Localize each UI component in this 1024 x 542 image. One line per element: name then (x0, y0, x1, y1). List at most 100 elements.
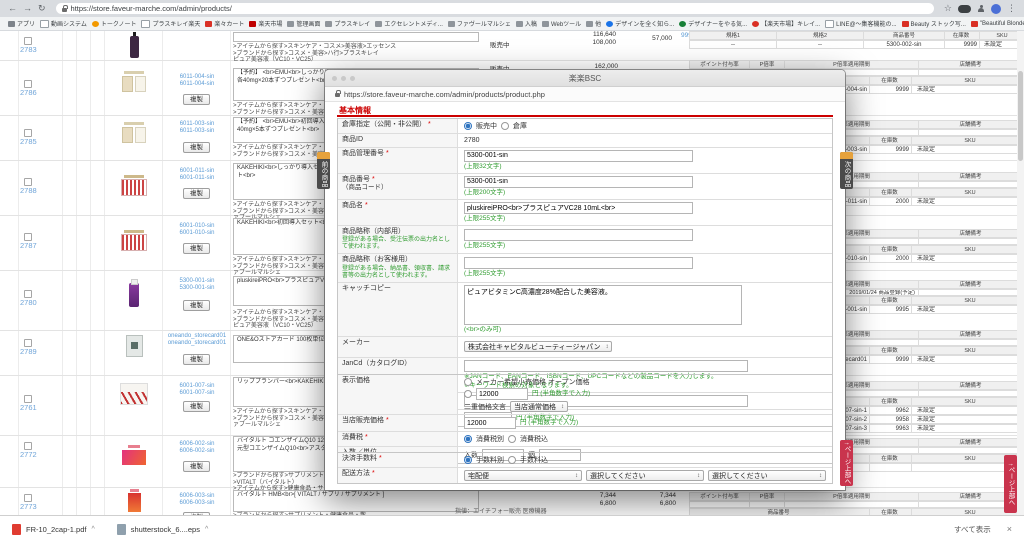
shipping-method-select[interactable]: 宅配便↕ (464, 470, 582, 481)
show-all-downloads-button[interactable]: すべて表示 (954, 524, 991, 535)
bookmark-item[interactable]: 入稿 (516, 19, 537, 28)
menu-kebab-icon[interactable]: ⋮ (1007, 4, 1016, 13)
bookmark-item[interactable]: アプリ (8, 19, 35, 28)
prev-product-button[interactable]: 前の商品 (317, 152, 330, 189)
product-code-links[interactable]: 6001-007-sin6001-007-sin (163, 383, 231, 397)
bookmark-item[interactable]: 管理画面 (287, 19, 320, 28)
row-checkbox[interactable] (24, 80, 32, 88)
address-bar[interactable]: https://store.faveur-marche.com/admin/pr… (56, 3, 934, 14)
bookmark-item[interactable]: 【楽天市場】キレイ... (752, 19, 820, 28)
product-code-links[interactable]: oneando_storecard01oneando_storecard01 (163, 333, 231, 347)
product-code-links[interactable]: 6001-010-sin6001-010-sin (163, 223, 231, 237)
bookmark-item[interactable]: Beauty ストック写... (902, 19, 966, 28)
row-checkbox[interactable] (24, 178, 32, 186)
product-id-link[interactable]: 2788 (20, 186, 37, 195)
duplicate-button[interactable]: 複製 (183, 401, 210, 412)
download-item[interactable]: shutterstock_6....eps ^ (117, 524, 209, 535)
row-checkbox[interactable] (24, 290, 32, 298)
close-icon[interactable]: × (1007, 524, 1012, 534)
product-code-links[interactable]: 6011-003-sin6011-003-sin (163, 121, 231, 135)
back-icon[interactable]: ← (8, 4, 17, 13)
store-price-input[interactable] (464, 417, 516, 429)
row-checkbox[interactable] (24, 442, 32, 450)
dual-price-select[interactable]: 当店通常価格↕ (510, 401, 568, 412)
radio-fee-included[interactable] (508, 456, 516, 464)
bookmark-item[interactable]: プラスキレイ (325, 19, 370, 28)
row-checkbox[interactable] (24, 37, 32, 45)
shipping-option-select[interactable]: 選択してください↕ (708, 470, 826, 481)
product-name-input[interactable] (464, 202, 693, 214)
window-controls[interactable] (332, 76, 355, 81)
bookmark-item[interactable]: デザイナーをやる気... (679, 19, 747, 28)
bookmark-item[interactable]: 動画システム (40, 19, 87, 28)
product-id-link[interactable]: 2780 (20, 298, 37, 307)
window-titlebar[interactable]: 楽楽BSC (325, 70, 845, 87)
bookmark-star-icon[interactable]: ☆ (944, 4, 952, 13)
abbr-customer-input[interactable] (464, 257, 693, 269)
download-item[interactable]: FR-10_2cap-1.pdf ^ (12, 524, 95, 535)
product-id-link[interactable]: 2786 (20, 88, 37, 97)
radio-fee-excluded[interactable] (464, 456, 472, 464)
bookmark-item[interactable]: LINE@〜集客機能の... (825, 19, 896, 28)
item-no-input[interactable] (464, 176, 693, 188)
bookmark-item[interactable]: "Beautiful Blonde... (971, 21, 1024, 27)
row-checkbox[interactable] (24, 233, 32, 241)
radio-tax-excluded[interactable] (464, 435, 472, 443)
page-scrollbar[interactable] (1017, 31, 1024, 515)
duplicate-button[interactable]: 複製 (183, 300, 210, 311)
mgmt-no-input[interactable] (464, 150, 693, 162)
extension-icon[interactable] (958, 5, 971, 13)
duplicate-button[interactable]: 複製 (183, 94, 210, 105)
profile-icon[interactable] (977, 5, 985, 13)
bookmark-item[interactable]: プラスキレイ楽天 (141, 19, 200, 28)
modal-page-top-button[interactable]: ↑ページ上部へ (840, 440, 853, 486)
product-code-links[interactable]: 6006-002-sin6006-002-sin (163, 441, 231, 455)
avatar[interactable] (991, 4, 1001, 14)
display-price-input[interactable] (476, 388, 528, 400)
description-box[interactable]: バイタルト HMB<br>[ VITALT / サプリ / サプリメント ] (233, 490, 479, 512)
row-checkbox[interactable] (24, 129, 32, 137)
product-id-link[interactable]: 2761 (20, 403, 37, 412)
radio-tax-included[interactable] (508, 435, 516, 443)
page-top-button[interactable]: ↑ページ上部へ (1004, 455, 1017, 513)
radio-onsale[interactable] (464, 122, 472, 130)
bookmark-item[interactable]: ファヴールマルシェ (448, 19, 511, 28)
radio-warehouse[interactable] (501, 122, 509, 130)
scrollbar-thumb[interactable] (1018, 71, 1023, 161)
bookmark-item[interactable]: Webツール (542, 19, 581, 28)
duplicate-button[interactable]: 複製 (183, 142, 210, 153)
duplicate-button[interactable]: 複製 (183, 188, 210, 199)
catch-copy-textarea[interactable]: ピュアビタミンC高濃度28%配合した美容液。 (464, 285, 742, 325)
forward-icon[interactable]: → (23, 4, 32, 13)
bookmark-item[interactable]: 楽天市場 (249, 19, 282, 28)
product-code-links[interactable]: 6001-011-sin6001-011-sin (163, 168, 231, 182)
bookmark-item[interactable]: 他 (586, 19, 601, 28)
product-id-link[interactable]: 2785 (20, 137, 37, 146)
bookmark-item[interactable]: トークノート (92, 19, 137, 28)
product-id-link[interactable]: 2772 (20, 450, 37, 459)
product-code-links[interactable]: 6006-003-sin6006-003-sin (163, 493, 231, 507)
description-box[interactable] (233, 32, 479, 42)
product-id-link[interactable]: 2787 (20, 241, 37, 250)
product-id-link[interactable]: 2783 (20, 45, 37, 54)
duplicate-button[interactable]: 複製 (183, 243, 210, 254)
radio-msrp[interactable] (464, 378, 472, 386)
bookmark-item[interactable]: デザインを全く知ら... (606, 19, 674, 28)
jan-code-input[interactable] (464, 360, 748, 372)
chevron-up-icon[interactable]: ^ (91, 526, 94, 533)
abbr-internal-input[interactable] (464, 229, 693, 241)
duplicate-button[interactable]: 複製 (183, 354, 210, 365)
row-checkbox[interactable] (24, 395, 32, 403)
maker-select[interactable]: 株式会社キャピタルビューティージャパン↕ (464, 341, 612, 352)
product-code-links[interactable]: 5300-001-sin5300-001-sin (163, 278, 231, 292)
bookmark-item[interactable]: エクセレントメディ... (375, 19, 443, 28)
row-checkbox[interactable] (24, 339, 32, 347)
product-code-links[interactable]: 6011-004-sin6011-004-sin (163, 74, 231, 88)
shipping-option-select[interactable]: 選択してください↕ (586, 470, 704, 481)
radio-display-price[interactable] (464, 390, 472, 398)
product-id-link[interactable]: 2773 (20, 502, 37, 511)
next-product-button[interactable]: 次の商品 (840, 152, 853, 189)
duplicate-button[interactable]: 複製 (183, 461, 210, 472)
bookmark-item[interactable]: 楽々カート (205, 19, 244, 28)
chevron-up-icon[interactable]: ^ (205, 526, 208, 533)
